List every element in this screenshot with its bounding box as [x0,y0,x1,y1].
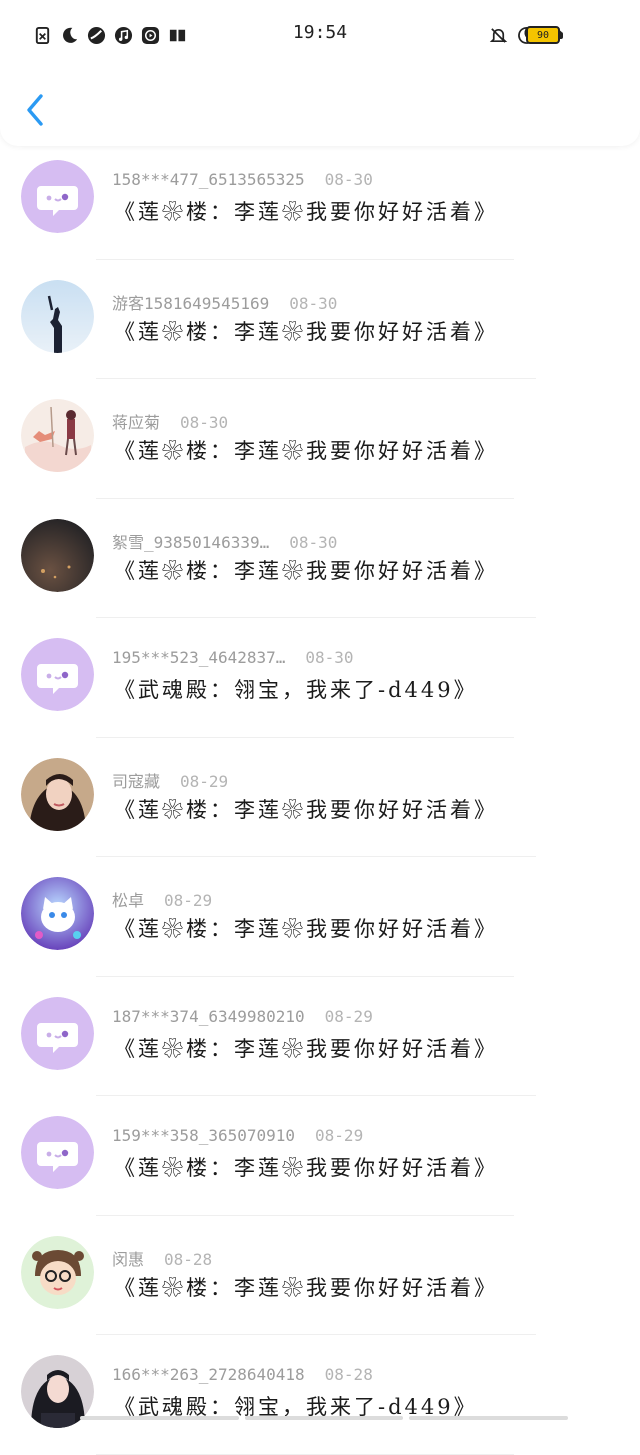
user-name[interactable]: 158***477_6513565325 [112,170,305,189]
scroll-segment [409,1416,569,1420]
comment-meta: 187***374_6349980210 08-29 [112,1007,373,1026]
comment-date: 08-29 [164,891,213,910]
user-name[interactable]: 195***523_4642837… [112,648,285,667]
comment-date: 08-29 [180,771,229,791]
avatar[interactable] [21,1116,94,1189]
avatar[interactable] [21,638,94,711]
comment-date: 08-29 [324,1006,373,1026]
comment-text[interactable]: 《莲❀楼：李莲❀我要你好好活着》 [114,435,498,465]
comment-date: 08-30 [180,413,229,432]
app-header: 19:54 90 [0,0,640,146]
comment-text[interactable]: 《莲❀楼：李莲❀我要你好好活着》 [114,1152,498,1182]
comment-row[interactable]: 松卓 08-29 《莲❀楼：李莲❀我要你好好活着》 [0,857,640,977]
avatar[interactable] [21,877,94,950]
comment-text[interactable]: 《莲❀楼：李莲❀我要你好好活着》 [114,794,498,824]
comment-date: 08-28 [324,1365,373,1384]
comment-date: 08-30 [289,532,338,552]
bell-off-icon [489,28,508,43]
user-name[interactable]: 蒋应菊 [112,409,160,433]
comment-text[interactable]: 《武魂殿：翎宝，我来了-d449》 [114,674,478,704]
status-bar: 19:54 90 [0,0,640,70]
comment-date: 08-28 [164,1249,213,1269]
comment-meta: 蒋应菊 08-30 [112,409,228,433]
comment-meta: 159***358_365070910 08-29 [112,1126,363,1145]
comment-row[interactable]: 187***374_6349980210 08-29 《莲❀楼：李莲❀我要你好好活着… [0,977,640,1096]
avatar[interactable] [21,518,94,592]
comment-row[interactable]: 游客1581649545169 08-30 《莲❀楼：李莲❀我要你好好活着》 [0,260,640,379]
scroll-indicator [80,1416,569,1420]
user-name[interactable]: 166***263_2728640418 [112,1365,305,1384]
comment-meta: 絮雪_93850146339… 08-30 [112,529,337,553]
user-name[interactable]: 闵惠 [112,1246,144,1270]
comment-text[interactable]: 《莲❀楼：李莲❀我要你好好活着》 [114,1033,498,1063]
comment-date: 08-30 [324,170,373,189]
comment-text[interactable]: 《莲❀楼：李莲❀我要你好好活着》 [114,1272,498,1302]
comment-meta: 195***523_4642837… 08-30 [112,648,354,667]
avatar[interactable] [21,1235,94,1309]
comment-row[interactable]: 闵惠 08-28 《莲❀楼：李莲❀我要你好好活着》 [0,1216,640,1335]
comment-text[interactable]: 《莲❀楼：李莲❀我要你好好活着》 [114,913,498,943]
comment-meta: 游客1581649545169 08-30 [112,290,337,314]
row-divider [96,1453,514,1455]
scroll-segment [244,1416,404,1420]
comment-row[interactable]: 司寇藏 08-29 《莲❀楼：李莲❀我要你好好活着》 [0,738,640,857]
comment-list: 158***477_6513565325 08-30 《莲❀楼：李莲❀我要你好好活着… [0,140,640,1455]
comment-meta: 166***263_2728640418 08-28 [112,1365,373,1384]
user-name[interactable]: 游客1581649545169 [112,290,269,314]
user-name[interactable]: 松卓 [112,887,144,911]
avatar[interactable] [21,399,94,472]
comment-date: 08-29 [315,1126,364,1145]
comment-row[interactable]: 166***263_2728640418 08-28 《武魂殿：翎宝，我来了-d44… [0,1335,640,1455]
comment-row[interactable]: 158***477_6513565325 08-30 《莲❀楼：李莲❀我要你好好活着… [0,140,640,260]
user-name[interactable]: 司寇藏 [112,768,160,792]
user-name[interactable]: 絮雪_93850146339… [112,529,269,553]
comment-date: 08-30 [305,648,354,667]
scroll-segment [80,1416,239,1420]
chevron-left-icon [27,94,43,126]
comment-text[interactable]: 《莲❀楼：李莲❀我要你好好活着》 [114,316,498,346]
avatar[interactable] [21,160,94,233]
comment-meta: 司寇藏 08-29 [112,768,228,792]
user-name[interactable]: 187***374_6349980210 [112,1007,305,1026]
battery-indicator: 90 [526,26,563,44]
comment-meta: 158***477_6513565325 08-30 [112,170,373,189]
comment-text[interactable]: 《莲❀楼：李莲❀我要你好好活着》 [114,196,498,226]
comment-row[interactable]: 195***523_4642837… 08-30 《武魂殿：翎宝，我来了-d449》 [0,618,640,738]
avatar[interactable] [21,996,94,1070]
comment-meta: 闵惠 08-28 [112,1246,212,1270]
comment-meta: 松卓 08-29 [112,887,212,911]
comment-text[interactable]: 《莲❀楼：李莲❀我要你好好活着》 [114,555,498,585]
comment-date: 08-30 [289,293,338,313]
avatar[interactable] [21,279,94,353]
comment-row[interactable]: 絮雪_93850146339… 08-30 《莲❀楼：李莲❀我要你好好活着》 [0,499,640,618]
comment-row[interactable]: 蒋应菊 08-30 《莲❀楼：李莲❀我要你好好活着》 [0,379,640,499]
back-button[interactable] [20,90,50,130]
avatar[interactable] [21,757,94,831]
comment-row[interactable]: 159***358_365070910 08-29 《莲❀楼：李莲❀我要你好好活着》 [0,1096,640,1216]
user-name[interactable]: 159***358_365070910 [112,1126,295,1145]
